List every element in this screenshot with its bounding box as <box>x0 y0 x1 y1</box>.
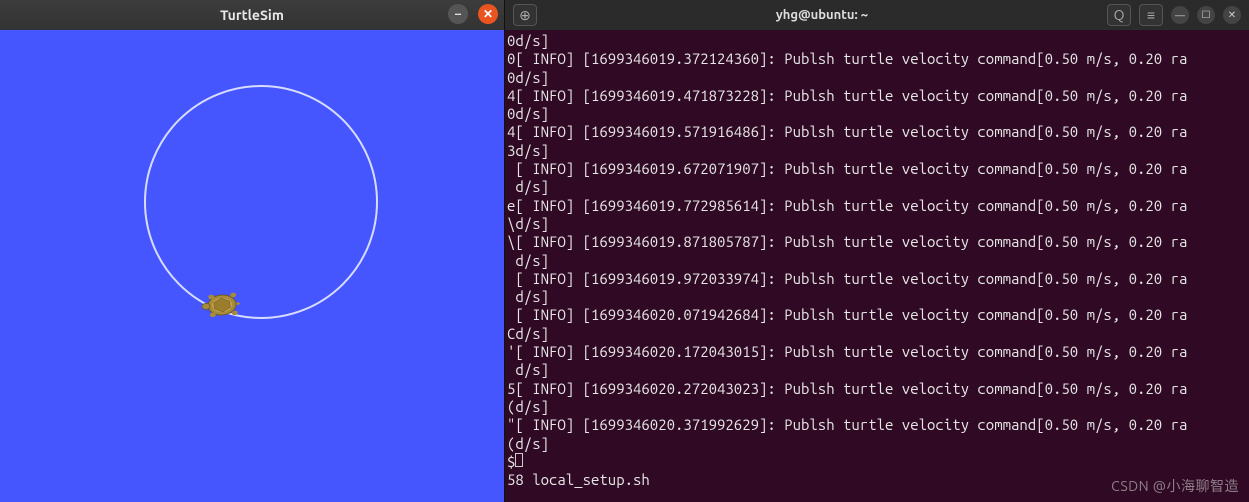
turtle-canvas <box>0 30 504 502</box>
window-controls: – ✕ <box>448 4 498 24</box>
new-tab-button[interactable]: ⊕ <box>513 4 537 26</box>
menu-button[interactable]: ≡ <box>1139 4 1163 26</box>
minimize-button[interactable]: – <box>448 4 468 24</box>
turtlesim-titlebar[interactable]: TurtleSim – ✕ <box>0 0 504 30</box>
turtlesim-window: TurtleSim – ✕ <box>0 0 504 502</box>
terminal-output[interactable]: 0d/s] 0[ INFO] [1699346019.372124360]: P… <box>505 30 1249 502</box>
turtle-sprite <box>199 286 246 324</box>
turtlesim-title: TurtleSim <box>0 7 504 23</box>
maximize-button[interactable]: ☐ <box>1197 6 1215 24</box>
watermark: CSDN @小海聊智造 <box>1111 476 1239 496</box>
turtle-path <box>144 85 378 319</box>
terminal-title: yhg@ubuntu: ~ <box>547 8 1097 22</box>
minimize-button[interactable]: — <box>1171 6 1189 24</box>
close-button[interactable]: ✕ <box>1223 6 1241 24</box>
terminal-titlebar[interactable]: ⊕ yhg@ubuntu: ~ Q ≡ — ☐ ✕ <box>505 0 1249 30</box>
terminal-window: ⊕ yhg@ubuntu: ~ Q ≡ — ☐ ✕ 0d/s] 0[ INFO]… <box>504 0 1249 502</box>
close-button[interactable]: ✕ <box>478 4 498 24</box>
search-button[interactable]: Q <box>1107 4 1131 26</box>
